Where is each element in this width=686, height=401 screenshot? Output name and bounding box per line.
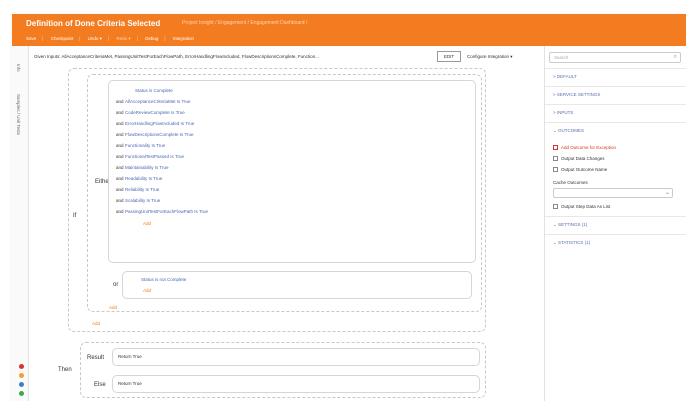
search-input[interactable]: Search ⌕ <box>549 52 681 63</box>
output-data-changes-checkbox[interactable]: Output Data Changes <box>553 156 605 162</box>
condition-text[interactable]: Status is not Complete <box>141 277 186 282</box>
status-dot-blue-icon <box>19 382 24 387</box>
condition-row[interactable]: Status is Complete <box>126 88 173 93</box>
condition-text[interactable]: FunctionalTestPassed Is True <box>125 154 184 159</box>
if-label: If <box>73 213 77 219</box>
checkpoint-menu-item[interactable]: Checkpoint <box>51 36 74 41</box>
search-icon[interactable]: ⌕ <box>674 54 677 61</box>
condition-text[interactable]: Maintainability Is True <box>125 165 169 170</box>
add-outcome-exception-checkbox[interactable]: Add Outcome for Exception <box>553 145 616 151</box>
info-tab[interactable]: Info <box>16 64 21 72</box>
add-group-link[interactable]: Add <box>109 305 117 310</box>
breadcrumb[interactable]: Project Insight / Engagement / Engagemen… <box>182 20 307 26</box>
condition-row[interactable]: andAllAcceptanceCriteriaMet Is True <box>116 99 191 104</box>
redo-menu-item[interactable]: Redo ▾ <box>116 36 130 41</box>
condition-text[interactable]: PassingUnitTestForEachFlowPath Is True <box>125 209 208 214</box>
chevron-down-icon: ⌄ <box>664 190 670 196</box>
rule-canvas: If Either Status is Complete andAllAccep… <box>30 68 544 401</box>
status-dot-red-icon <box>19 364 24 369</box>
properties-panel: Search ⌕ > DEFAULT > SERVICE SETTINGS > … <box>544 46 686 401</box>
title-bar: Definition of Done Criteria Selected Pro… <box>12 14 686 46</box>
then-label: Then <box>58 367 72 373</box>
or-condition-box <box>122 271 472 299</box>
edit-button[interactable]: EDIT <box>437 51 461 62</box>
condition-row[interactable]: andPassingUnitTestForEachFlowPath Is Tru… <box>116 209 208 214</box>
cache-outcomes-select[interactable]: ⌄ <box>553 188 673 198</box>
section-service-settings[interactable]: > SERVICE SETTINGS <box>545 86 686 102</box>
section-outcomes[interactable]: ⌄ OUTCOMES <box>545 122 686 139</box>
section-settings[interactable]: ⌄ SETTINGS (1) <box>545 216 686 233</box>
else-label: Else <box>94 382 106 388</box>
condition-text[interactable]: Readability Is True <box>125 176 162 181</box>
integration-menu-item[interactable]: Integration <box>173 36 194 41</box>
output-step-data-checkbox[interactable]: Output Step Data As List <box>553 204 610 210</box>
checkbox-icon[interactable] <box>553 204 558 210</box>
condition-text[interactable]: AllAcceptanceCriteriaMet Is True <box>125 99 191 104</box>
menu-separator: | <box>79 36 81 41</box>
output-outcome-name-checkbox[interactable]: Output Outcome Name <box>553 167 607 173</box>
page-title: Definition of Done Criteria Selected <box>26 19 161 28</box>
checkbox-icon[interactable] <box>553 145 558 151</box>
checkbox-icon[interactable] <box>553 156 558 162</box>
samples-unit-tests-tab[interactable]: Samples / Unit Tests <box>16 94 21 135</box>
else-value[interactable]: Return True <box>118 381 142 386</box>
condition-text[interactable]: Status is Complete <box>135 88 173 93</box>
add-condition-link[interactable]: Add <box>143 221 151 226</box>
add-if-link[interactable]: Add <box>92 321 100 326</box>
condition-text[interactable]: Scalability Is True <box>125 198 160 203</box>
section-default[interactable]: > DEFAULT <box>545 68 686 84</box>
left-strip: Info Samples / Unit Tests <box>12 46 29 401</box>
condition-row[interactable]: andFunctionality Is True <box>116 143 165 148</box>
condition-text[interactable]: CodeReviewComplete Is True <box>125 110 185 115</box>
condition-row[interactable]: andReliability Is True <box>116 187 159 192</box>
checkbox-icon[interactable] <box>553 167 558 173</box>
input-bar: Given Inputs: AllAcceptanceCriteriaMet, … <box>30 50 544 64</box>
condition-text[interactable]: ErrorHandlingFlowIncluded Is True <box>125 121 194 126</box>
section-statistics[interactable]: ⌄ STATISTICS (1) <box>545 234 686 251</box>
menu-bar: Save | Checkpoint | Undo ▾ | Redo ▾ | Debug |… <box>26 36 200 42</box>
condition-row[interactable]: andFlowDescriptionsComplete Is True <box>116 132 194 137</box>
debug-menu-item[interactable]: Debug <box>145 36 158 41</box>
result-field[interactable] <box>112 348 480 366</box>
search-placeholder: Search <box>554 55 569 60</box>
else-field[interactable] <box>112 375 480 393</box>
cache-outcomes-label: Cache Outcomes <box>553 180 588 185</box>
menu-separator: | <box>136 36 138 41</box>
condition-text[interactable]: Functionality Is True <box>125 143 165 148</box>
add-condition-link[interactable]: Add <box>143 288 151 293</box>
result-label: Result <box>87 355 105 361</box>
status-dot-green-icon <box>19 391 24 396</box>
section-inputs[interactable]: > INPUTS <box>545 104 686 120</box>
given-inputs-text: Given Inputs: AllAcceptanceCriteriaMet, … <box>34 54 319 59</box>
condition-text[interactable]: FlowDescriptionsComplete Is True <box>125 132 194 137</box>
condition-row[interactable]: andCodeReviewComplete Is True <box>116 110 185 115</box>
menu-separator: | <box>164 36 166 41</box>
condition-text[interactable]: Reliability Is True <box>125 187 159 192</box>
save-menu-item[interactable]: Save <box>26 36 36 41</box>
configure-integration-dropdown[interactable]: Configure Integration ▾ <box>467 54 513 60</box>
result-value[interactable]: Return True <box>118 354 142 359</box>
menu-separator: | <box>42 36 44 41</box>
undo-menu-item[interactable]: Undo ▾ <box>88 36 102 41</box>
app-window: Definition of Done Criteria Selected Pro… <box>12 14 686 401</box>
either-condition-box <box>108 80 476 263</box>
condition-row[interactable]: Status is not Complete <box>141 277 186 282</box>
condition-row[interactable]: andScalability Is True <box>116 198 160 203</box>
status-dot-orange-icon <box>19 373 24 378</box>
or-label: or <box>113 282 119 288</box>
menu-separator: | <box>107 36 110 41</box>
condition-row[interactable]: andFunctionalTestPassed Is True <box>116 154 184 159</box>
condition-row[interactable]: andMaintainability Is True <box>116 165 169 170</box>
condition-row[interactable]: andReadability Is True <box>116 176 162 181</box>
condition-row[interactable]: andErrorHandlingFlowIncluded Is True <box>116 121 194 126</box>
